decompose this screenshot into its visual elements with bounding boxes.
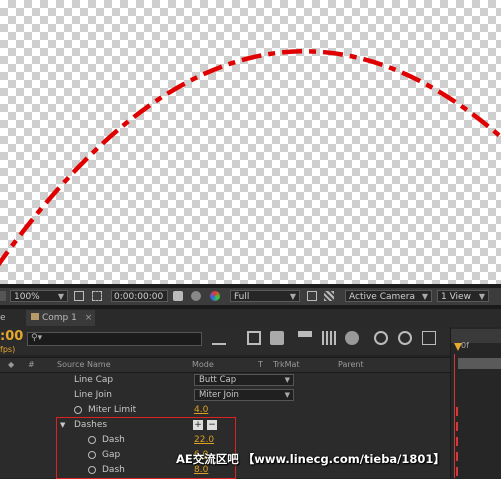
col-source-name[interactable]: Source Name [57,360,111,369]
graph-editor-icon[interactable] [422,331,436,345]
view-layout-dropdown[interactable]: 1 View ▼ [437,290,489,302]
keyframe-marker[interactable] [456,452,458,461]
chevron-down-icon: ▼ [478,292,485,301]
show-snapshot-icon[interactable] [191,291,201,301]
keyframe-marker[interactable] [456,467,458,476]
grid-icon[interactable] [74,291,84,301]
current-time: 0:00:00:00 [114,292,164,302]
composition-icon [31,313,39,320]
dashed-stroke-path [0,49,501,267]
layer-column-headers: ◆ # Source Name Mode T TrkMat Parent [0,357,450,373]
region-of-interest-icon[interactable] [307,291,317,301]
frame-blending-icon[interactable] [298,331,312,345]
mask-visibility-icon[interactable] [92,291,102,301]
chevron-down-icon: ▼ [421,292,428,301]
tab-comp-1-label: Comp 1 [42,313,77,323]
col-trkmat[interactable]: TrkMat [273,360,300,369]
col-mode[interactable]: Mode [192,360,214,369]
channels-icon[interactable] [210,291,220,301]
toggle-icon[interactable] [0,291,6,301]
property-label: Miter Limit [88,405,137,415]
col-parent[interactable]: Parent [338,360,364,369]
chevron-down-icon: ▼ [289,292,296,301]
line-join-dropdown[interactable]: Miter Join ▼ [194,389,294,401]
col-number: # [28,360,35,369]
miter-limit-value[interactable]: 4.0 [194,405,208,415]
viewer-toolbar: 100% ▼ 0:00:00:00 Full ▼ Active Camera ▼… [0,288,501,306]
graph-editor-toggle-icon[interactable] [398,331,412,345]
tab-partial[interactable]: e [0,310,20,326]
tab-comp-1[interactable]: Comp 1 × [26,310,95,326]
view-layout-value: 1 View [441,292,471,302]
stopwatch-icon[interactable] [74,406,82,414]
timeline-graph-area[interactable]: 0f [450,327,501,478]
close-icon[interactable]: × [85,313,93,323]
line-cap-value: Butt Cap [199,375,237,385]
keyframe-marker[interactable] [456,422,458,431]
chevron-down-icon: ▼ [57,292,64,301]
tag-icon: ◆ [8,360,15,369]
search-icon: ⚲▾ [31,333,43,343]
camera-dropdown[interactable]: Active Camera ▼ [345,290,432,302]
work-area-bar[interactable] [451,329,501,343]
dashes-highlight-box [56,417,236,479]
ruler-label: 0f [461,341,469,350]
zoom-value: 100% [14,292,40,302]
draft-3d-icon[interactable] [247,331,261,345]
playhead-line [454,354,455,478]
zoom-dropdown[interactable]: 100% ▼ [10,290,68,302]
chevron-down-icon: ▼ [284,391,290,399]
composition-mini-flowchart-icon[interactable] [212,331,226,345]
property-label: Line Join [74,390,112,400]
line-join-value: Miter Join [199,390,239,400]
auto-keyframe-icon[interactable] [374,331,388,345]
composition-viewer[interactable] [0,0,501,284]
property-label: Line Cap [74,375,114,385]
brainstorm-icon[interactable] [345,331,359,345]
chevron-down-icon: ▼ [284,376,290,384]
transparency-grid-icon[interactable] [324,291,334,301]
current-time-field[interactable]: 0:00:00:00 [111,290,168,302]
layer-duration-bar[interactable] [458,358,501,369]
motion-blur-icon[interactable] [322,331,336,345]
timeline-tab-bar: e Comp 1 × [0,309,501,328]
search-input[interactable]: ⚲▾ [27,332,202,346]
keyframe-marker[interactable] [456,407,458,416]
shy-layers-icon[interactable] [270,331,284,345]
resolution-dropdown[interactable]: Full ▼ [230,290,300,302]
resolution-value: Full [234,292,250,302]
property-row[interactable]: Line Join Miter Join ▼ [0,388,450,404]
property-row[interactable]: Line Cap Butt Cap ▼ [0,373,450,389]
timeline-timecode[interactable]: :00 [0,329,23,344]
camera-value: Active Camera [349,292,416,302]
keyframe-marker[interactable] [456,437,458,446]
line-cap-dropdown[interactable]: Butt Cap ▼ [194,374,294,386]
watermark: AE交流区吧 【www.linecg.com/tieba/1801】 [176,452,445,466]
timeline-fps: fps) [0,345,16,354]
col-t: T [258,360,263,369]
tab-partial-label: e [0,313,6,323]
camera-snapshot-icon[interactable] [173,291,183,301]
